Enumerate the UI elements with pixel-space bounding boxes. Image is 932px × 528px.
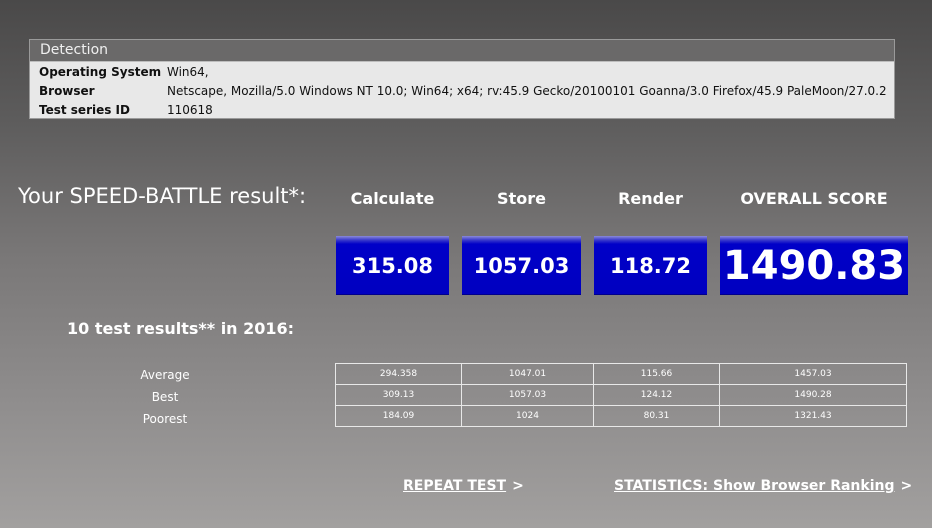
result-title: Your SPEED-BATTLE result*: [18, 184, 307, 208]
table-row-average: 294.358 1047.01 115.66 1457.03 [335, 363, 907, 385]
os-label: Operating System [39, 65, 162, 79]
browser-value: Netscape, Mozilla/5.0 Windows NT 10.0; W… [167, 84, 887, 98]
poorest-label: Poorest [142, 412, 188, 426]
detection-title: Detection [30, 40, 894, 62]
render-score: 118.72 [609, 254, 692, 278]
history-title: 10 test results** in 2016: [67, 319, 295, 338]
calculate-header: Calculate [350, 189, 435, 208]
statistics-link[interactable]: STATISTICS: Show Browser Ranking > [614, 478, 912, 494]
poorest-overall: 1321.43 [719, 405, 907, 427]
statistics-label[interactable]: STATISTICS: Show Browser Ranking [614, 478, 895, 494]
detection-panel: Detection Operating System Win64, Browser… [29, 39, 895, 119]
render-header: Render [618, 189, 683, 208]
store-score-box: 1057.03 [462, 236, 581, 295]
overall-score-box: 1490.83 [720, 236, 908, 295]
best-store: 1057.03 [461, 384, 594, 406]
table-row-best: 309.13 1057.03 124.12 1490.28 [335, 384, 907, 406]
statistics-arrow-icon: > [900, 478, 913, 494]
history-table: 294.358 1047.01 115.66 1457.03 309.13 10… [335, 363, 907, 427]
poorest-calculate: 184.09 [335, 405, 462, 427]
best-label: Best [151, 390, 179, 404]
average-store: 1047.01 [461, 363, 594, 385]
overall-score: 1490.83 [722, 243, 906, 289]
calculate-score: 315.08 [351, 254, 434, 278]
test-id-label: Test series ID [39, 103, 130, 117]
average-render: 115.66 [593, 363, 720, 385]
table-row-poorest: 184.09 1024 80.31 1321.43 [335, 405, 907, 427]
poorest-render: 80.31 [593, 405, 720, 427]
average-calculate: 294.358 [335, 363, 462, 385]
store-score: 1057.03 [473, 254, 570, 278]
store-header: Store [497, 189, 546, 208]
best-render: 124.12 [593, 384, 720, 406]
average-label: Average [140, 368, 190, 382]
average-overall: 1457.03 [719, 363, 907, 385]
detection-row-os: Operating System Win64, [39, 63, 209, 81]
render-score-box: 118.72 [594, 236, 707, 295]
best-calculate: 309.13 [335, 384, 462, 406]
calculate-score-box: 315.08 [336, 236, 449, 295]
os-value: Win64, [167, 65, 209, 79]
repeat-test-label[interactable]: REPEAT TEST [403, 478, 506, 494]
best-overall: 1490.28 [719, 384, 907, 406]
overall-score-header: OVERALL SCORE [740, 189, 888, 208]
repeat-test-arrow-icon: > [512, 478, 524, 494]
poorest-store: 1024 [461, 405, 594, 427]
repeat-test-link[interactable]: REPEAT TEST > [403, 478, 524, 494]
detection-row-browser: Browser Netscape, Mozilla/5.0 Windows NT … [39, 82, 887, 100]
browser-label: Browser [39, 84, 95, 98]
detection-row-test-id: Test series ID 110618 [39, 101, 213, 119]
test-id-value: 110618 [167, 103, 213, 117]
